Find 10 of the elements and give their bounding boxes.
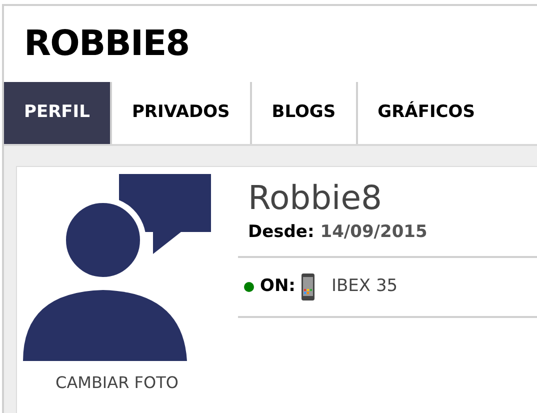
page-title: ROBBIE8 bbox=[24, 22, 190, 66]
avatar-icon bbox=[23, 174, 211, 361]
change-photo-link[interactable]: CAMBIAR FOTO bbox=[56, 371, 178, 395]
tab[interactable]: PERFIL bbox=[4, 82, 110, 144]
since-date: 14/09/2015 bbox=[320, 221, 428, 244]
since-label: Desde: bbox=[248, 221, 314, 244]
phone-icon bbox=[301, 272, 316, 300]
user-name: Robbie8 bbox=[248, 178, 383, 218]
status-label: ON: bbox=[260, 274, 296, 298]
market-label: IBEX 35 bbox=[331, 274, 398, 298]
